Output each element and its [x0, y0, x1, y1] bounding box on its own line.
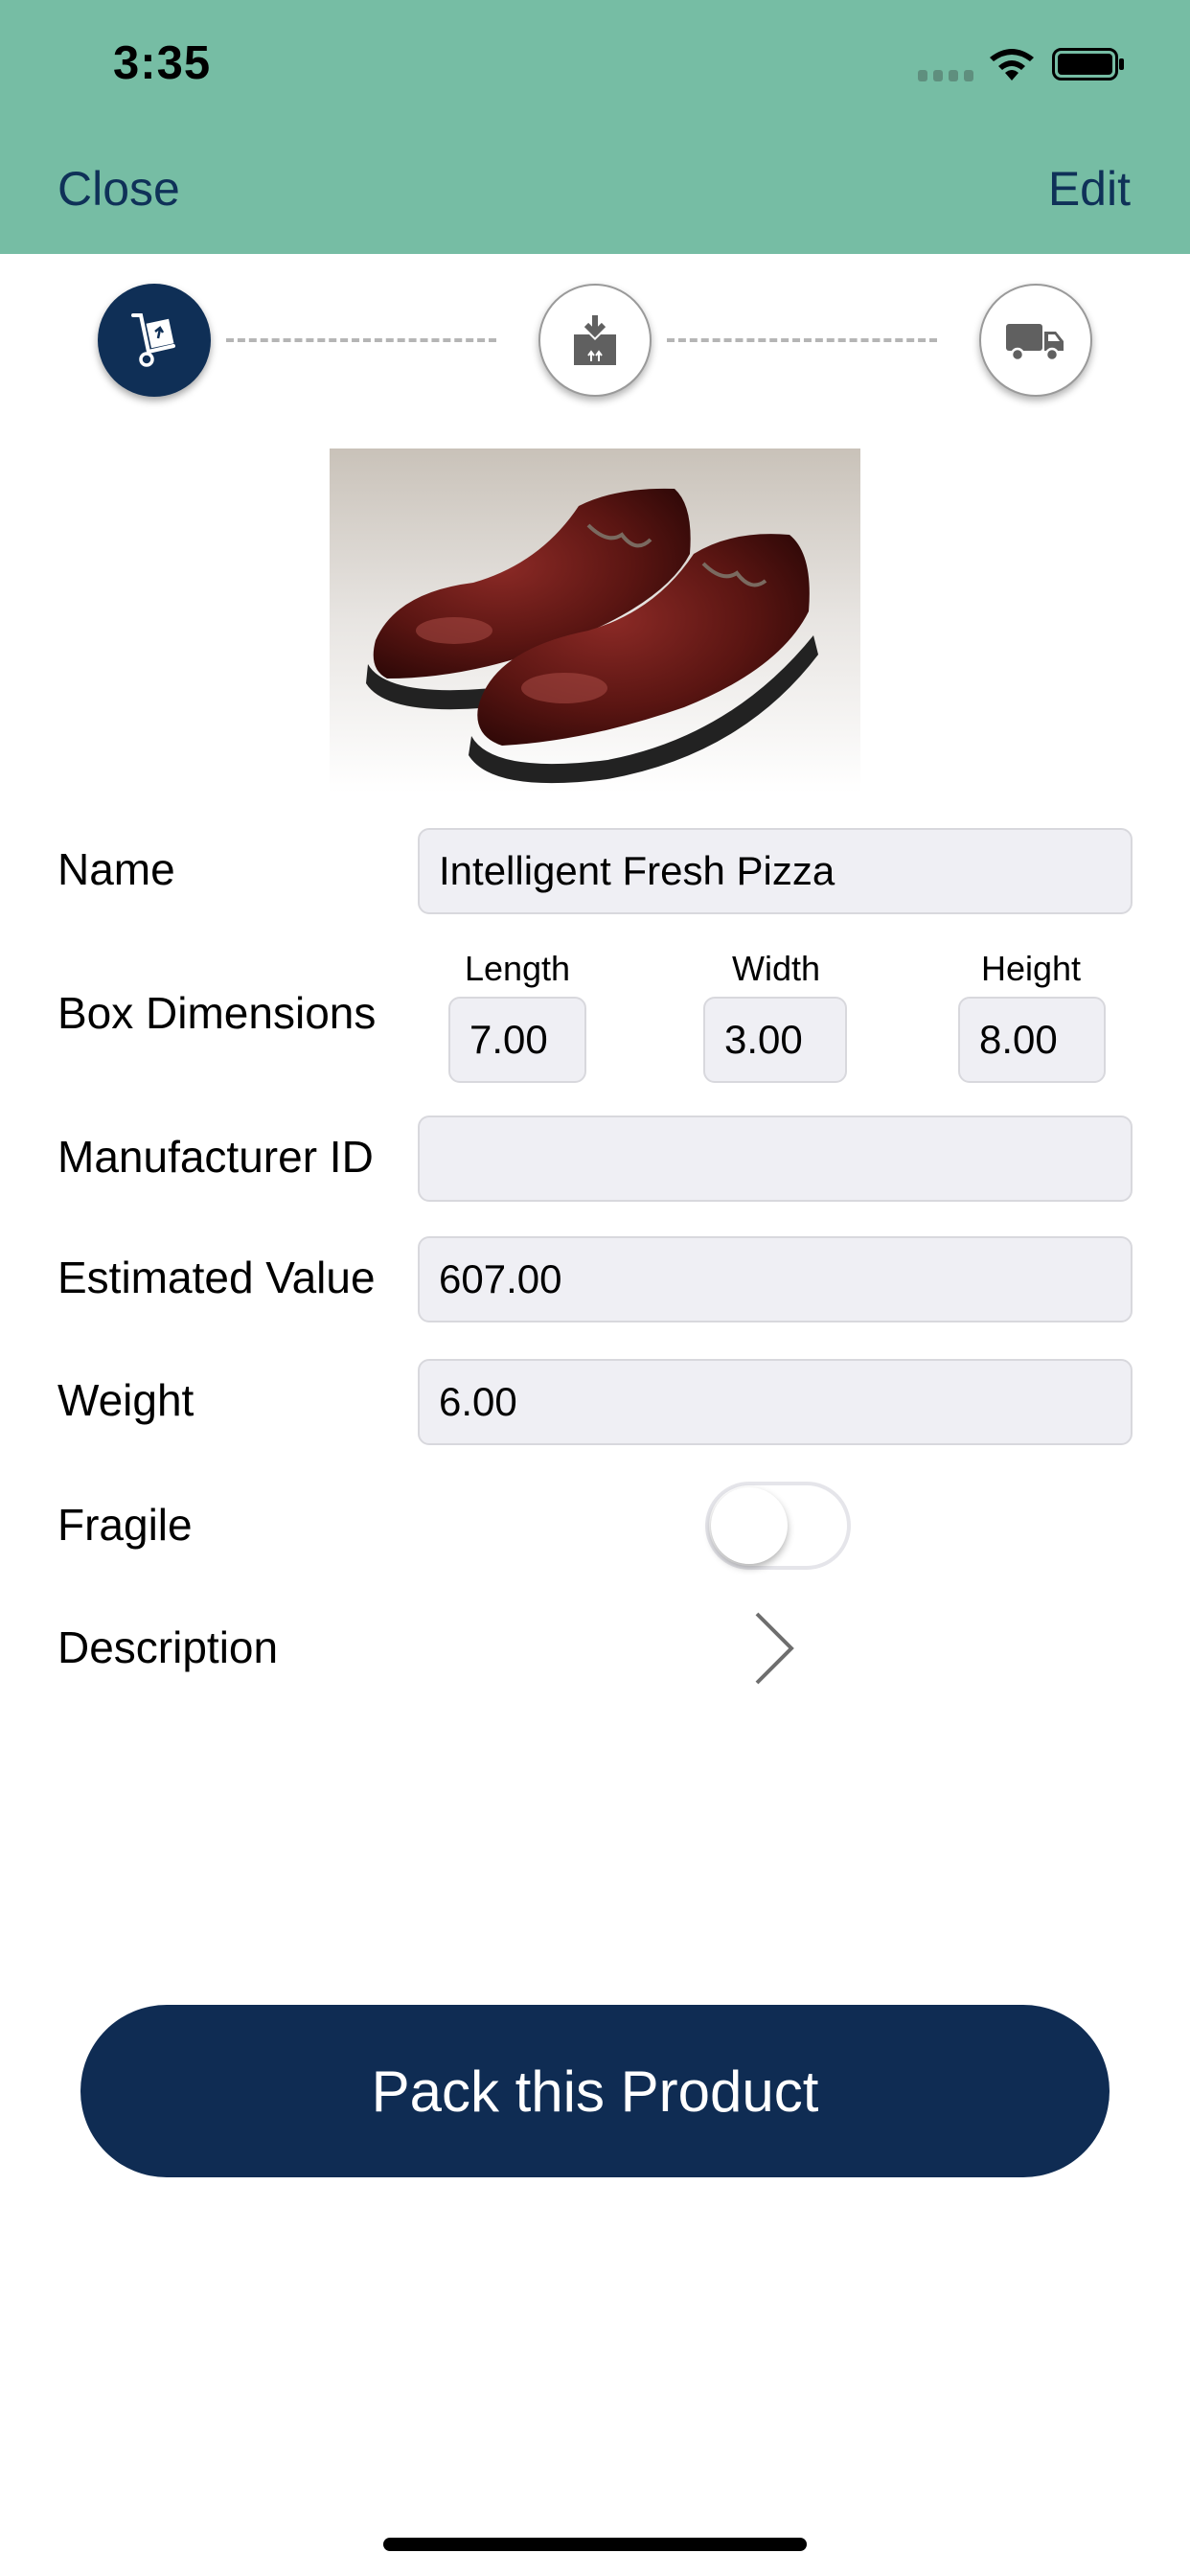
step-connector	[667, 338, 937, 342]
width-field[interactable]: 3.00	[703, 997, 847, 1083]
chevron-right-icon[interactable]	[749, 1610, 797, 1687]
height-label: Height	[980, 949, 1082, 988]
name-field[interactable]: Intelligent Fresh Pizza	[418, 828, 1133, 914]
step-ship[interactable]	[979, 284, 1092, 397]
home-indicator[interactable]	[383, 2538, 807, 2551]
box-download-icon	[574, 315, 616, 365]
name-label: Name	[57, 844, 175, 894]
header-bar: 3:35 Close Edit	[0, 0, 1190, 254]
weight-label: Weight	[57, 1375, 195, 1425]
length-field[interactable]: 7.00	[448, 997, 586, 1083]
width-label: Width	[731, 949, 821, 988]
product-image	[330, 448, 860, 794]
pack-product-button[interactable]: Pack this Product	[80, 2005, 1110, 2177]
wifi-icon	[990, 49, 1034, 80]
height-field[interactable]: 8.00	[958, 997, 1106, 1083]
fragile-toggle[interactable]	[705, 1482, 851, 1570]
truck-icon	[1006, 324, 1064, 362]
box-dimensions-label: Box Dimensions	[57, 988, 377, 1038]
estimated-value-label: Estimated Value	[57, 1253, 376, 1302]
edit-button[interactable]: Edit	[1048, 161, 1131, 217]
status-time: 3:35	[113, 37, 212, 89]
cellular-signal-icon	[918, 70, 973, 81]
weight-field[interactable]: 6.00	[418, 1359, 1133, 1445]
hand-truck-icon	[131, 313, 175, 367]
manufacturer-id-field[interactable]	[418, 1116, 1133, 1202]
battery-icon	[1052, 48, 1124, 80]
close-button[interactable]: Close	[57, 161, 180, 217]
manufacturer-id-label: Manufacturer ID	[57, 1132, 374, 1182]
step-connector	[226, 338, 496, 342]
estimated-value-field[interactable]: 607.00	[418, 1236, 1133, 1322]
toggle-knob	[711, 1487, 788, 1564]
length-label: Length	[464, 949, 571, 988]
step-pack[interactable]	[538, 284, 652, 397]
description-label: Description	[57, 1622, 279, 1672]
fragile-label: Fragile	[57, 1500, 193, 1550]
step-receive[interactable]	[98, 284, 211, 397]
